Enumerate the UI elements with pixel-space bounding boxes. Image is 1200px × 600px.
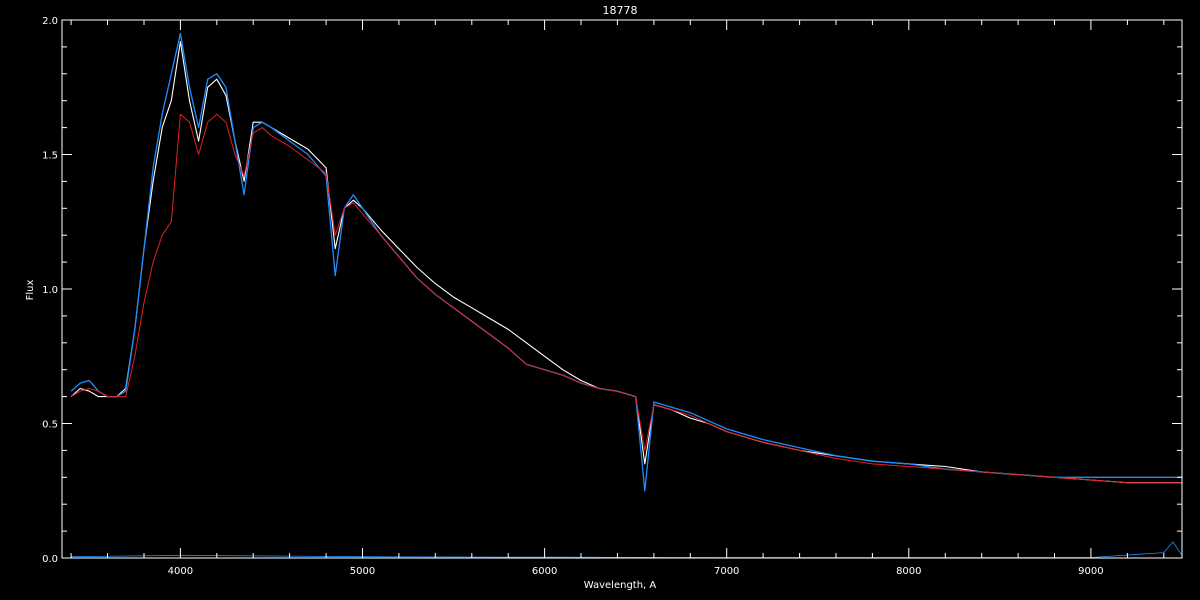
x-tick-label: 7000 (714, 566, 739, 577)
x-tick-label: 6000 (532, 566, 557, 577)
y-tick-label: 1.0 (42, 285, 58, 296)
x-tick-label: 4000 (168, 566, 193, 577)
chart-title: 18778 (603, 4, 638, 17)
y-tick-label: 0.5 (42, 420, 58, 431)
y-tick-label: 0.0 (42, 554, 58, 565)
chart-background (0, 0, 1200, 600)
x-tick-label: 9000 (1078, 566, 1103, 577)
y-tick-label: 2.0 (42, 16, 58, 27)
x-tick-label: 8000 (896, 566, 921, 577)
y-axis-label: Flux (25, 280, 36, 301)
spectrum-chart: 18778 Wavelength, A Flux 4000 5000 6000 700… (0, 0, 1200, 600)
x-tick-label: 5000 (350, 566, 375, 577)
y-tick-label: 1.5 (42, 151, 58, 162)
x-axis-label: Wavelength, A (584, 580, 657, 591)
